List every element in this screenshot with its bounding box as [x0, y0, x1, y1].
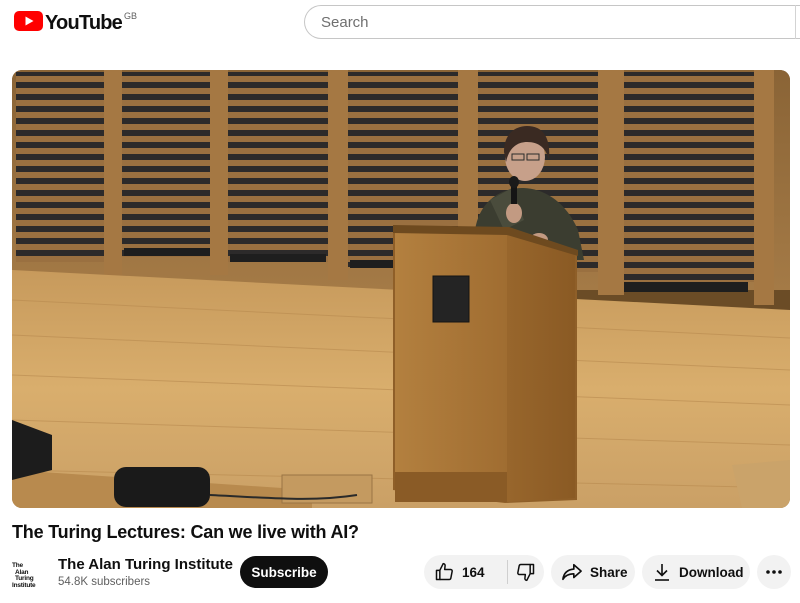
search-divider	[795, 5, 796, 39]
like-dislike-group: 164	[424, 555, 544, 589]
more-horizontal-icon	[766, 570, 782, 574]
region-code: GB	[123, 11, 137, 21]
channel-avatar[interactable]: The Alan Turing Institute	[12, 562, 48, 589]
thumbs-down-icon	[517, 563, 535, 582]
share-button[interactable]: Share	[551, 555, 635, 589]
channel-logo-line3: Institute	[12, 581, 36, 589]
logo-wordmark: YouTube	[45, 12, 123, 34]
video-frame	[12, 70, 790, 508]
search-placeholder: Search	[321, 13, 369, 31]
youtube-play-icon	[14, 11, 43, 31]
dislike-button[interactable]	[508, 555, 544, 589]
video-player[interactable]	[12, 70, 790, 508]
download-label: Download	[679, 564, 744, 580]
search-input[interactable]: Search	[304, 5, 800, 39]
more-actions-button[interactable]	[757, 555, 791, 589]
share-arrow-icon	[562, 563, 582, 581]
video-title: The Turing Lectures: Can we live with AI…	[12, 522, 359, 542]
download-icon	[655, 564, 669, 581]
youtube-logo[interactable]: YouTube GB	[14, 11, 137, 35]
subscribe-button[interactable]: Subscribe	[240, 556, 328, 588]
subscriber-count: 54.8K subscribers	[58, 576, 151, 588]
download-button[interactable]: Download	[642, 555, 750, 589]
channel-name[interactable]: The Alan Turing Institute	[58, 556, 233, 573]
like-count: 164	[462, 564, 485, 580]
thumbs-up-icon	[435, 562, 453, 581]
share-label: Share	[590, 564, 628, 580]
like-button[interactable]: 164	[424, 555, 507, 589]
channel-logo-line2: Alan Turing	[15, 568, 34, 582]
